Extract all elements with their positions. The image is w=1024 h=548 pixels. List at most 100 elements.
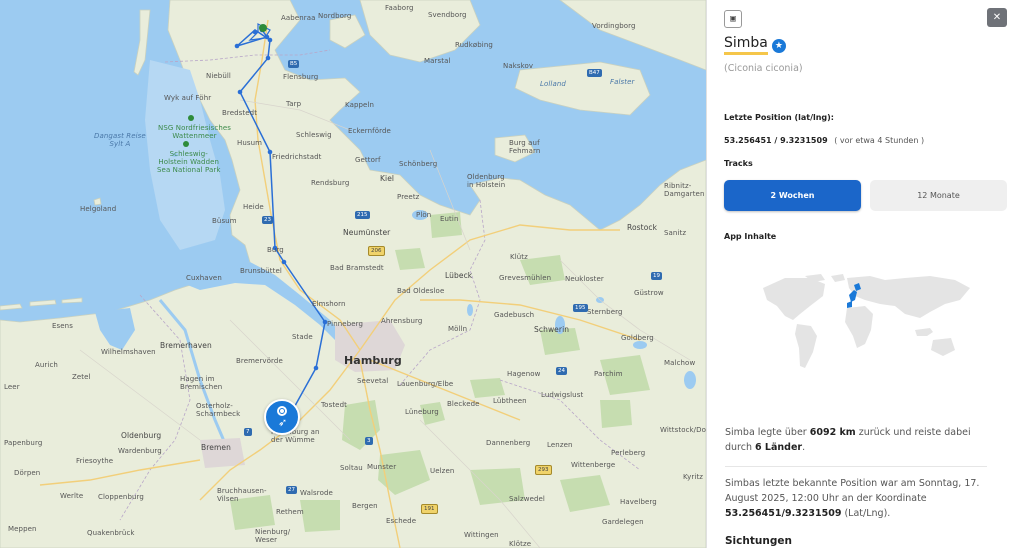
place-label: Heide xyxy=(243,203,264,211)
place-label: Vordingborg xyxy=(592,22,636,30)
place-label: Dörpen xyxy=(14,469,41,477)
road-shield: 27 xyxy=(286,486,297,494)
place-label: Plön xyxy=(416,211,432,219)
place-label: Lauenburg/Elbe xyxy=(397,380,454,388)
animal-detail-panel: ▣ ✕ Simba ★ (Ciconia ciconia) Letzte Pos… xyxy=(706,0,1024,548)
app-content-label: App Inhalte xyxy=(724,232,777,241)
place-label: Dannenberg xyxy=(486,439,531,447)
place-label: NSG Nordfriesisches Wattenmeer xyxy=(158,124,232,140)
place-label: Dangast Reise Sylt A xyxy=(94,132,146,148)
place-label: Gettorf xyxy=(355,156,381,164)
place-label: Kappeln xyxy=(345,101,375,109)
place-label: Havelberg xyxy=(620,498,657,506)
place-label: Sternberg xyxy=(587,308,623,316)
place-label: Büsum xyxy=(212,217,237,225)
place-label: Esens xyxy=(52,322,73,330)
place-label: Wyk auf Föhr xyxy=(164,94,212,102)
place-label: Wittstock/Dosse xyxy=(660,426,706,434)
place-label: Schwerin xyxy=(534,325,570,334)
place-label: Uelzen xyxy=(430,467,455,475)
place-label: Munster xyxy=(367,463,397,471)
place-label: Tarp xyxy=(286,100,302,108)
track-2-weeks-button[interactable]: 2 Wochen xyxy=(724,180,861,211)
place-label: Husum xyxy=(237,139,263,147)
world-map-thumbnail xyxy=(763,274,970,368)
place-label: Preetz xyxy=(397,193,420,201)
place-label: Bruchhausen- Vilsen xyxy=(217,487,267,503)
place-label: Helgoland xyxy=(80,205,117,213)
place-label: Leer xyxy=(4,383,20,391)
verified-star-icon: ★ xyxy=(771,38,786,53)
place-label: Eckernförde xyxy=(348,127,391,135)
place-label: Bremen xyxy=(201,443,231,452)
city-label-hamburg: Hamburg xyxy=(344,354,402,367)
road-shield: B47 xyxy=(587,69,602,77)
distance-value: 6092 km xyxy=(809,427,856,438)
place-label: Hagen im Bremischen xyxy=(180,375,223,391)
place-label: Rostock xyxy=(627,223,658,232)
place-label: Marstal xyxy=(424,57,451,65)
place-label: Neukloster xyxy=(565,275,604,283)
current-position-marker[interactable]: ➶ xyxy=(264,399,300,435)
place-label: Lenzen xyxy=(547,441,573,449)
place-label: Oldenburg in Holstein xyxy=(467,173,506,189)
place-label: Friedrichstadt xyxy=(272,153,322,161)
road-shield: 191 xyxy=(421,504,438,514)
road-shield: 293 xyxy=(535,465,552,475)
place-label: Rudkøbing xyxy=(455,41,493,49)
travel-summary: Simba legte über 6092 km zurück und reis… xyxy=(725,427,971,453)
place-label: Falster xyxy=(610,78,635,86)
last-position-summary: Simbas letzte bekannte Position war am S… xyxy=(725,478,980,519)
place-label: Burg auf Fehmarn xyxy=(509,139,541,155)
place-label: Flensburg xyxy=(283,73,319,81)
place-label: Oldenburg xyxy=(121,431,162,440)
place-label: Neumünster xyxy=(343,228,391,237)
countries-value: 6 Länder xyxy=(755,442,803,453)
place-label: Schönberg xyxy=(399,160,438,168)
place-label: Ribnitz- Damgarten xyxy=(664,182,705,198)
place-label: Wardenburg xyxy=(118,447,162,455)
place-label: Tostedt xyxy=(321,401,347,409)
place-label: Soltau xyxy=(340,464,363,472)
place-label: Bad Oldesloe xyxy=(397,287,445,295)
place-label: Schleswig xyxy=(296,131,332,139)
place-label: Svendborg xyxy=(428,11,467,19)
place-label: Cuxhaven xyxy=(186,274,222,282)
place-label: Lübtheen xyxy=(493,397,527,405)
place-label: Faaborg xyxy=(385,4,414,12)
panel-toggle-icon[interactable]: ▣ xyxy=(724,10,742,28)
road-shield: 19 xyxy=(651,272,662,280)
place-label: Klütz xyxy=(510,253,528,261)
stork-icon: ➶ xyxy=(278,416,288,429)
place-label: Hagenow xyxy=(507,370,541,378)
place-label: Malchow xyxy=(664,359,696,367)
place-label: Aurich xyxy=(35,361,58,369)
close-button[interactable]: ✕ xyxy=(987,8,1007,27)
place-label: Güstrow xyxy=(634,289,664,297)
island-sylt xyxy=(133,9,151,76)
island-lolland xyxy=(514,61,651,116)
divider xyxy=(725,466,987,467)
place-label: Nordborg xyxy=(318,12,352,20)
road-shield: 215 xyxy=(355,211,370,219)
track-12-months-button[interactable]: 12 Monate xyxy=(870,180,1007,211)
place-label: Goldberg xyxy=(621,334,654,342)
place-label: Bredstedt xyxy=(222,109,258,117)
place-label: Klötze xyxy=(509,540,532,548)
position-age: ( vor etwa 4 Stunden ) xyxy=(834,136,925,145)
road-shield: 24 xyxy=(556,367,567,375)
place-label: Burg xyxy=(267,246,284,254)
place-label: Papenburg xyxy=(4,439,43,447)
place-label: Kiel xyxy=(380,174,395,183)
target-icon xyxy=(277,406,287,416)
place-label: Ludwigslust xyxy=(541,391,584,399)
position-row: 53.256451 / 9.3231509 ( vor etwa 4 Stund… xyxy=(724,136,924,145)
frisian-islands xyxy=(0,297,83,311)
place-label: Eschede xyxy=(386,517,417,525)
place-label: Wittenberge xyxy=(571,461,616,469)
position-value: 53.256451 / 9.3231509 xyxy=(724,136,828,145)
place-label: Nienburg/ Weser xyxy=(255,528,291,544)
place-label: Ahrensburg xyxy=(381,317,423,325)
place-label: Sanitz xyxy=(664,229,687,237)
map-view[interactable]: Aabenraa Nordborg Faaborg Svendborg Vord… xyxy=(0,0,706,548)
